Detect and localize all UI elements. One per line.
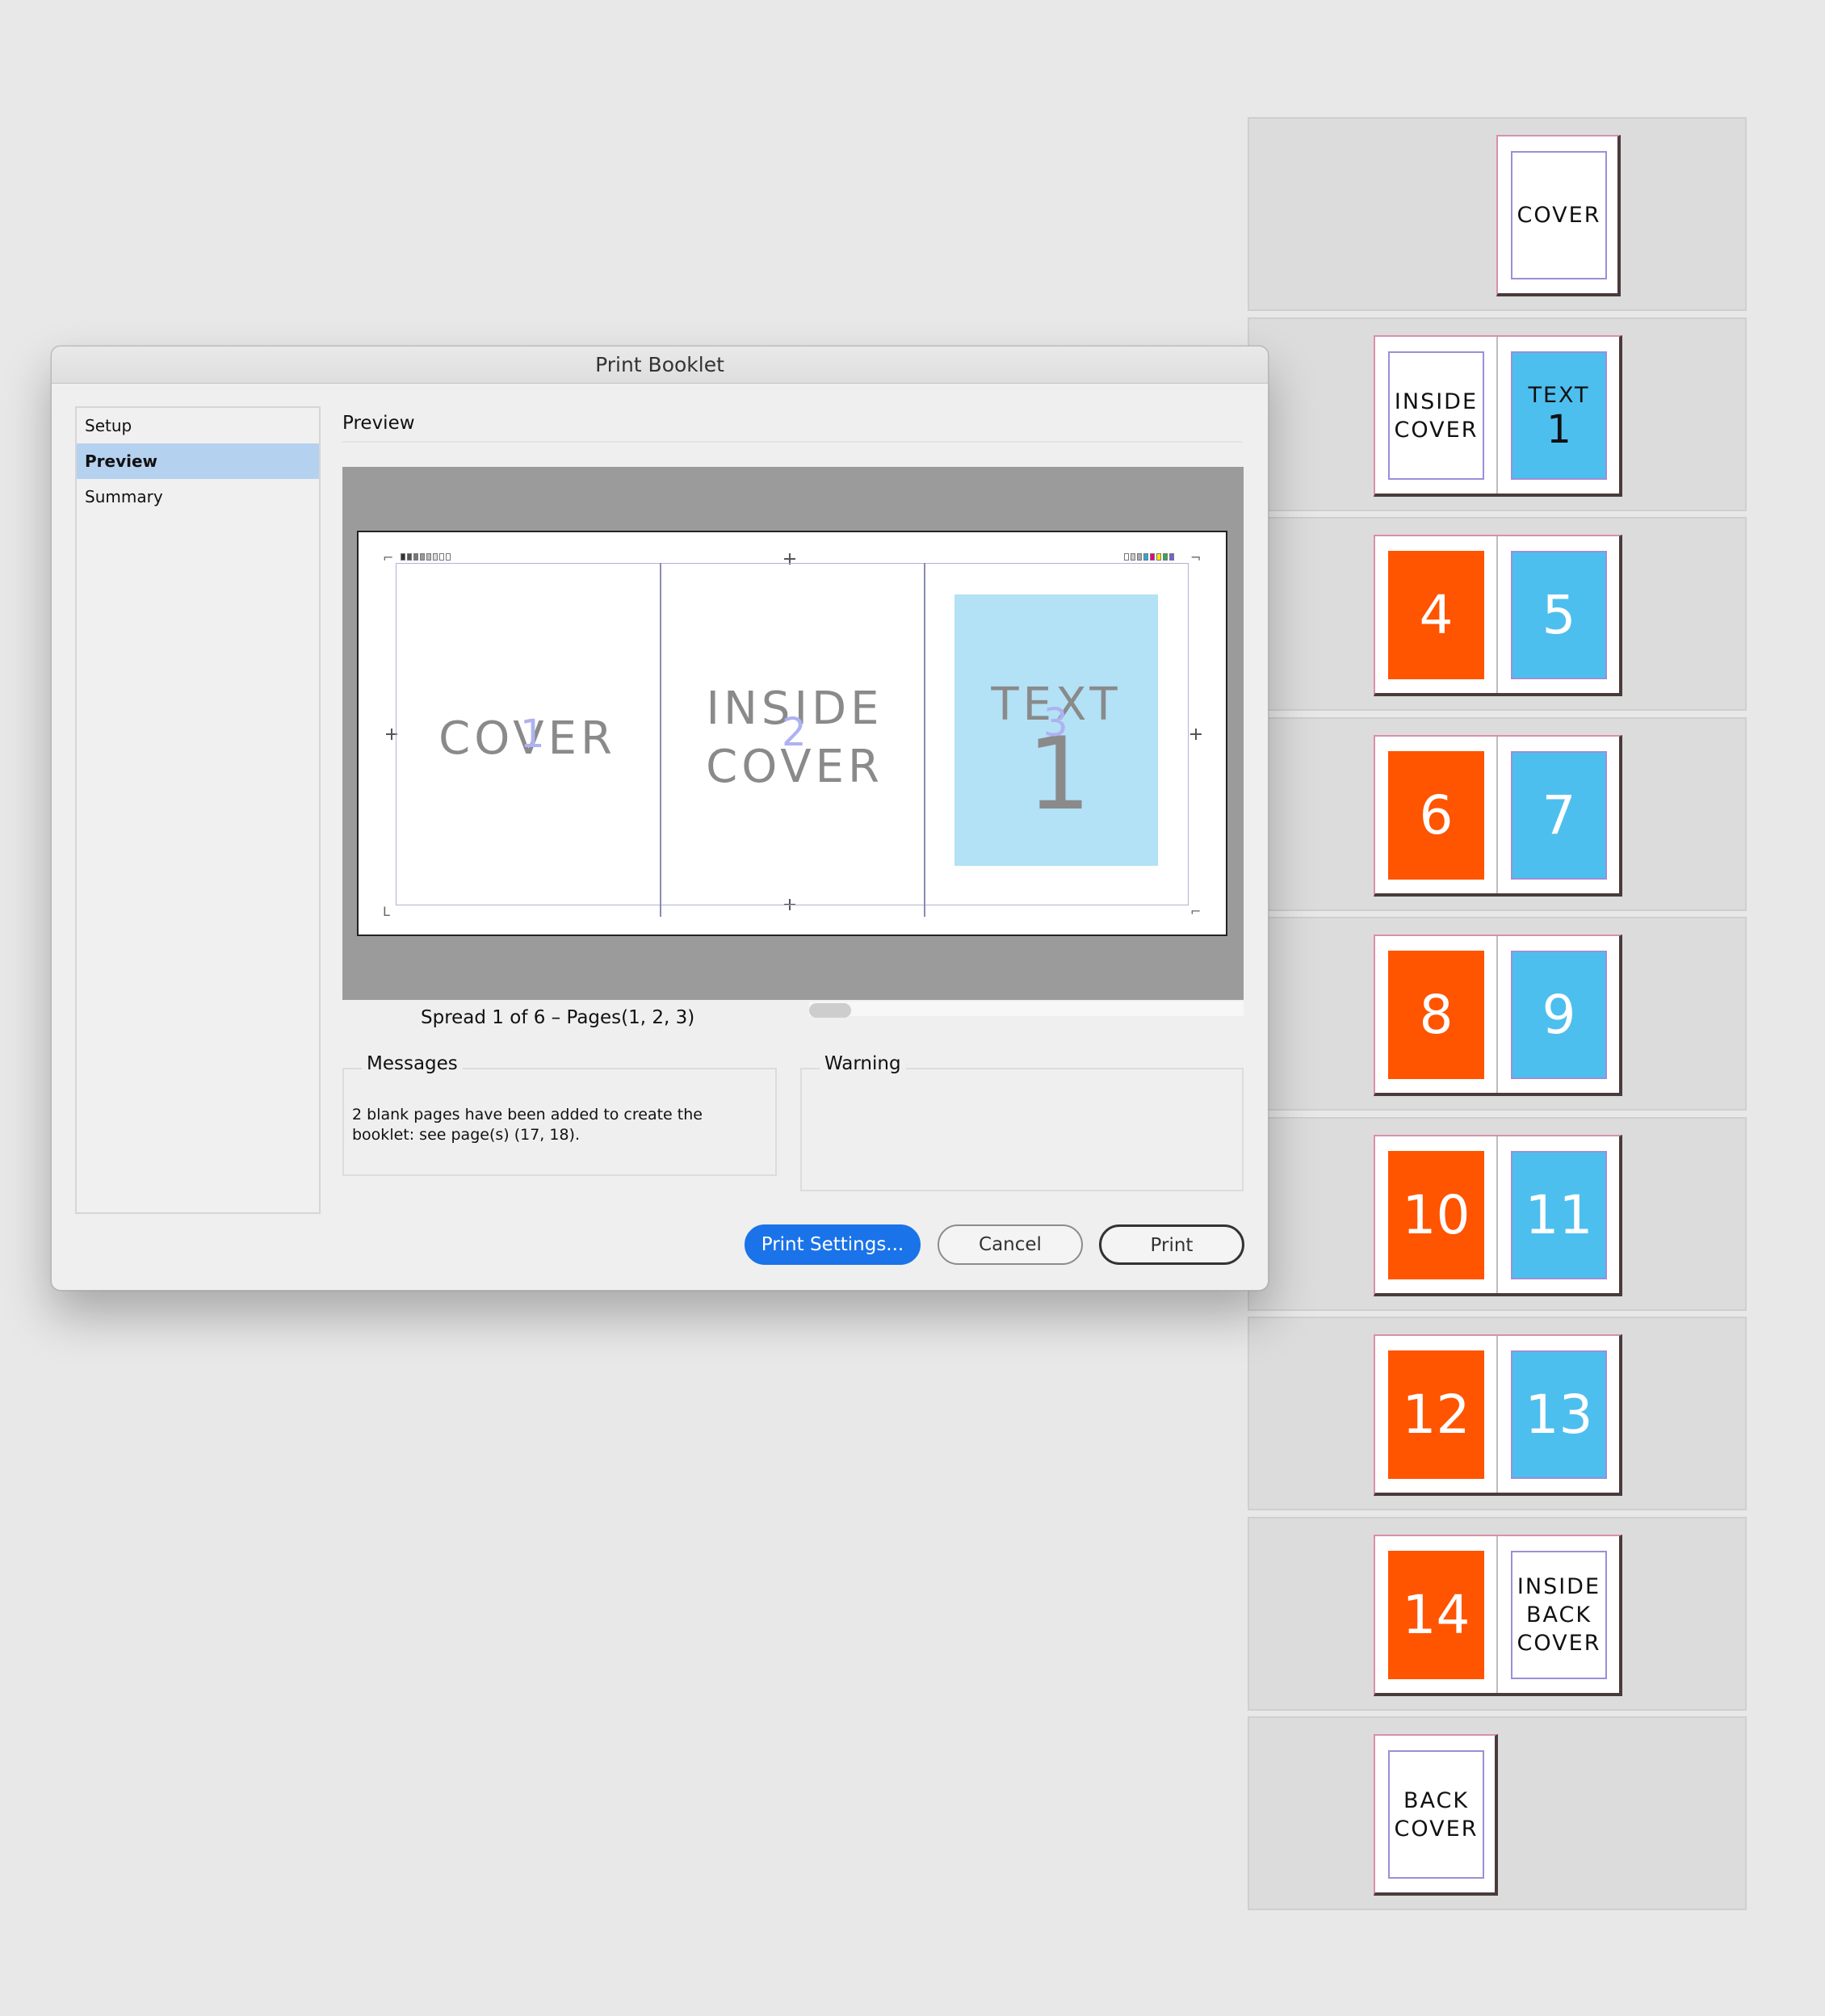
- messages-title: Messages: [362, 1053, 463, 1074]
- page-thumbnail[interactable]: 10: [1374, 1135, 1498, 1296]
- page-label: BACK COVER: [1394, 1787, 1479, 1842]
- page-number: 13: [1525, 1384, 1593, 1446]
- page-thumbnail[interactable]: 8: [1374, 934, 1498, 1096]
- preview-page-3-number: 3: [1043, 700, 1068, 746]
- page-thumbnail[interactable]: INSIDE COVER: [1374, 335, 1498, 497]
- spread-scrollbar[interactable]: [809, 1002, 1244, 1018]
- warning-title: Warning: [820, 1053, 906, 1074]
- preview-page-2-number: 2: [782, 710, 807, 755]
- page-number: 9: [1542, 984, 1576, 1046]
- page-number: 5: [1542, 584, 1576, 646]
- page-thumbnail[interactable]: 7: [1496, 735, 1622, 897]
- sidebar-item-preview[interactable]: Preview: [77, 443, 319, 479]
- page-thumbnail[interactable]: BACK COVER: [1374, 1734, 1498, 1896]
- page-thumbnail[interactable]: 5: [1496, 535, 1622, 696]
- spread-preview: ⌐ ¬ L ⌐ COVER 1 INSIDE COVER 2 TEXT 1 3: [342, 467, 1244, 1000]
- grayscale-color-bar: [401, 553, 451, 561]
- page-number: 1: [1546, 407, 1571, 452]
- pages-row[interactable]: 10 11: [1248, 1117, 1747, 1311]
- page-thumbnail[interactable]: TEXT 1: [1496, 335, 1622, 497]
- dialog-sidebar: Setup Preview Summary: [75, 406, 321, 1214]
- page-number: 12: [1402, 1384, 1470, 1446]
- page-number: 11: [1525, 1184, 1593, 1246]
- crop-mark: ¬: [1190, 550, 1202, 565]
- page-number: 14: [1402, 1584, 1470, 1646]
- pages-row[interactable]: BACK COVER: [1248, 1716, 1747, 1910]
- warning-group: Warning: [800, 1053, 1244, 1191]
- page-boundary: [924, 563, 925, 917]
- messages-body: 2 blank pages have been added to create …: [352, 1106, 703, 1144]
- pages-row[interactable]: COVER: [1248, 117, 1747, 311]
- page-label: COVER: [1517, 203, 1601, 228]
- page-label: TEXT: [1528, 383, 1590, 408]
- sidebar-item-summary[interactable]: Summary: [77, 479, 319, 514]
- cmyk-color-bar: [1124, 553, 1174, 561]
- print-button[interactable]: Print: [1099, 1224, 1244, 1265]
- page-thumbnail[interactable]: 9: [1496, 934, 1622, 1096]
- page-label: INSIDE BACK COVER: [1517, 1574, 1601, 1656]
- print-booklet-dialog: Print Booklet Setup Preview Summary Prev…: [51, 346, 1269, 1291]
- page-number: 6: [1419, 784, 1454, 846]
- page-thumbnail[interactable]: 11: [1496, 1135, 1622, 1296]
- page-thumbnail[interactable]: 6: [1374, 735, 1498, 897]
- pages-row[interactable]: 12 13: [1248, 1317, 1747, 1510]
- print-settings-button[interactable]: Print Settings...: [745, 1224, 921, 1265]
- pages-row[interactable]: 14 INSIDE BACK COVER: [1248, 1517, 1747, 1711]
- page-number: 10: [1402, 1184, 1470, 1246]
- section-title: Preview: [342, 413, 415, 434]
- crop-mark: ⌐: [1190, 904, 1202, 919]
- dialog-title: Print Booklet: [52, 346, 1268, 384]
- page-label: INSIDE COVER: [1394, 388, 1479, 443]
- page-thumbnail[interactable]: 4: [1374, 535, 1498, 696]
- press-sheet: ⌐ ¬ L ⌐ COVER 1 INSIDE COVER 2 TEXT 1 3: [357, 531, 1227, 936]
- pages-row[interactable]: 4 5: [1248, 517, 1747, 711]
- preview-page-1-number: 1: [520, 712, 545, 757]
- page-number: 4: [1419, 584, 1454, 646]
- page-thumbnail[interactable]: INSIDE BACK COVER: [1496, 1535, 1622, 1696]
- page-boundary: [660, 563, 661, 917]
- page-thumbnail[interactable]: COVER: [1496, 135, 1621, 296]
- spread-label: Spread 1 of 6 – Pages(1, 2, 3): [421, 1007, 695, 1028]
- crop-mark: ⌐: [383, 550, 394, 565]
- cancel-button[interactable]: Cancel: [938, 1224, 1083, 1265]
- page-number: 7: [1542, 784, 1576, 846]
- scrollbar-thumb[interactable]: [809, 1003, 851, 1018]
- page-thumbnail[interactable]: 12: [1374, 1334, 1498, 1496]
- pages-row[interactable]: 8 9: [1248, 917, 1747, 1111]
- messages-group: Messages 2 blank pages have been added t…: [342, 1053, 777, 1176]
- pages-row[interactable]: INSIDE COVER TEXT 1: [1248, 317, 1747, 511]
- page-thumbnail[interactable]: 14: [1374, 1535, 1498, 1696]
- page-number: 8: [1419, 984, 1454, 1046]
- pages-row[interactable]: 6 7: [1248, 717, 1747, 911]
- divider: [342, 441, 1242, 443]
- sidebar-item-setup[interactable]: Setup: [77, 408, 319, 443]
- page-thumbnail[interactable]: 13: [1496, 1334, 1622, 1496]
- registration-mark: [1190, 729, 1202, 740]
- crop-mark: L: [383, 904, 390, 919]
